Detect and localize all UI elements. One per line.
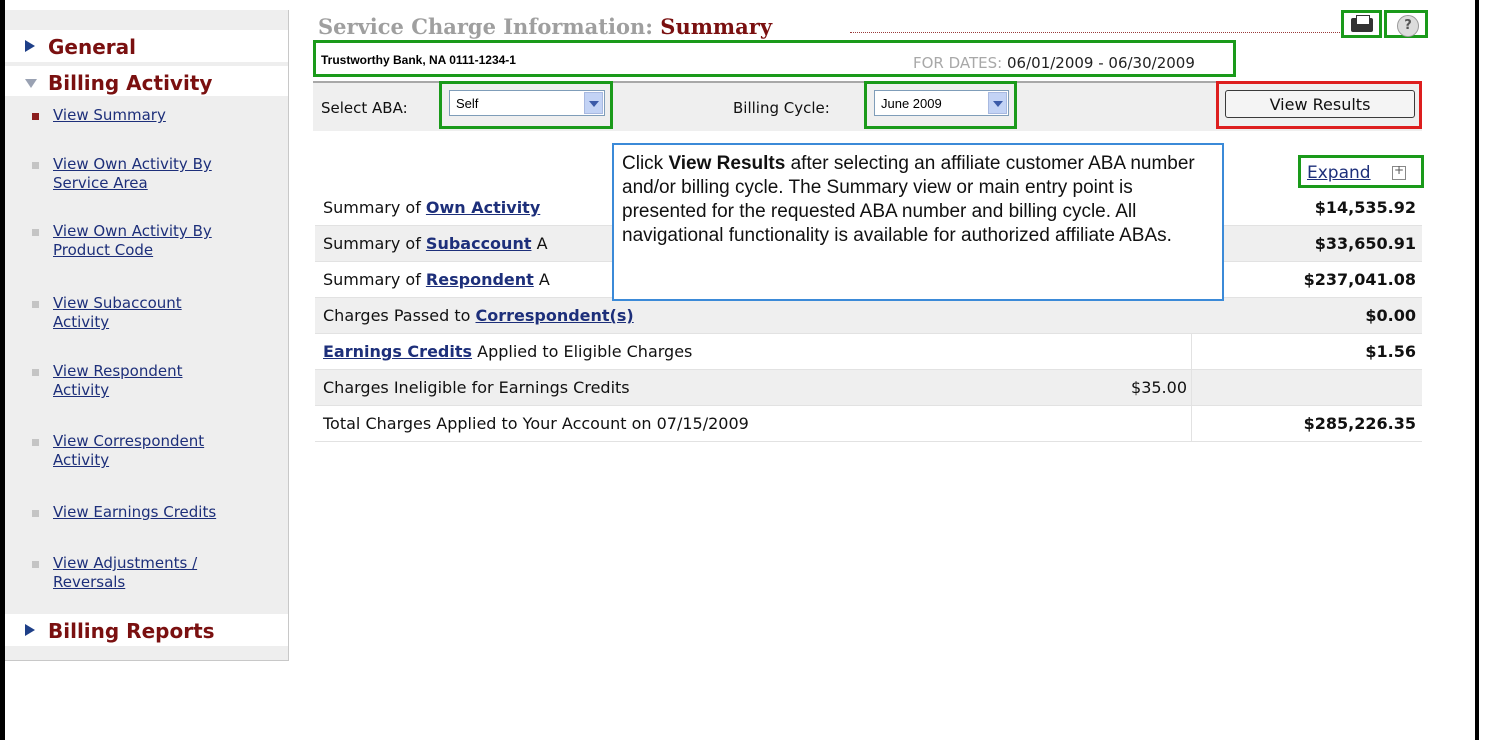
page-title: Service Charge Information: Summary: [318, 14, 772, 39]
account-info-box: Trustworthy Bank, NA 0111-1234-1 FOR DAT…: [313, 40, 1236, 77]
row-label-prefix: Summary of: [323, 270, 426, 289]
title-divider: [850, 32, 1340, 33]
date-range-label: FOR DATES:: [913, 54, 1003, 72]
expand-arrow-icon: [25, 40, 35, 52]
row-label: Charges Ineligible for Earnings Credits: [323, 378, 630, 397]
sidebar-section-general[interactable]: General: [5, 30, 288, 62]
sidebar-section-billing-reports[interactable]: Billing Reports: [5, 614, 288, 646]
page-title-main: Service Charge Information:: [318, 14, 653, 39]
row-amount: $33,650.91: [1314, 234, 1416, 253]
row-amount: $1.56: [1365, 342, 1416, 361]
date-range: FOR DATES: 06/01/2009 - 06/30/2009: [913, 54, 1195, 72]
row-mid-amount: $35.00: [1131, 378, 1187, 397]
bullet-icon: [32, 162, 39, 169]
bullet-icon: [32, 561, 39, 568]
row-label: Summary of Subaccount A: [323, 234, 548, 253]
sidebar-item-label[interactable]: View Summary: [53, 106, 278, 125]
row-label: Summary of Respondent A: [323, 270, 550, 289]
tooltip-bold: View Results: [668, 153, 786, 174]
help-icon: ?: [1397, 15, 1419, 37]
billing-cycle-label: Billing Cycle:: [733, 99, 830, 117]
row-label-suffix: A: [533, 270, 550, 289]
aba-label: Select ABA:: [321, 99, 408, 117]
earnings-credits-link[interactable]: Earnings Credits: [323, 342, 472, 361]
bullet-icon: [32, 510, 39, 517]
aba-select-highlight: Self: [439, 81, 613, 129]
account-name: Trustworthy Bank, NA 0111-1234-1: [321, 53, 516, 67]
date-range-value: 06/01/2009 - 06/30/2009: [1007, 54, 1195, 72]
row-label-suffix: Applied to Eligible Charges: [472, 342, 693, 361]
chevron-down-icon[interactable]: [988, 92, 1007, 114]
sidebar-nav: General Billing Activity View Summary Vi…: [5, 10, 289, 661]
chevron-down-icon[interactable]: [584, 92, 603, 114]
billing-cycle-select-value: June 2009: [881, 96, 942, 111]
bullet-icon: [32, 439, 39, 446]
billing-cycle-select-highlight: June 2009: [864, 81, 1017, 129]
print-button[interactable]: [1341, 10, 1382, 38]
window-border-right: [1475, 0, 1479, 740]
row-label-prefix: Summary of: [323, 234, 426, 253]
row-amount: $237,041.08: [1303, 270, 1416, 289]
view-results-button[interactable]: View Results: [1225, 90, 1415, 118]
table-row: Charges Passed to Correspondent(s) $0.00: [315, 298, 1422, 334]
sidebar-item-label[interactable]: View Correspondent Activity: [53, 432, 263, 470]
table-row: Total Charges Applied to Your Account on…: [315, 406, 1422, 442]
expand-link[interactable]: Expand: [1307, 163, 1371, 183]
row-label: Charges Passed to Correspondent(s): [323, 306, 634, 325]
row-label-prefix: Summary of: [323, 198, 426, 217]
sidebar-item-label[interactable]: View Subaccount Activity: [53, 294, 233, 332]
help-tooltip: Click View Results after selecting an af…: [612, 143, 1224, 301]
row-label-prefix: Charges Passed to: [323, 306, 476, 325]
sidebar-section-label: General: [48, 35, 136, 59]
row-label: Earnings Credits Applied to Eligible Cha…: [323, 342, 692, 361]
bullet-icon: [32, 229, 39, 236]
column-divider: [1191, 370, 1192, 405]
table-row: Earnings Credits Applied to Eligible Cha…: [315, 334, 1422, 370]
sidebar-item-label[interactable]: View Own Activity By Product Code: [53, 222, 263, 260]
column-divider: [1191, 334, 1192, 369]
sidebar-section-billing-activity[interactable]: Billing Activity: [5, 66, 288, 96]
collapse-arrow-icon: [25, 79, 37, 88]
billing-cycle-select[interactable]: June 2009: [874, 90, 1009, 116]
row-label-suffix: A: [531, 234, 548, 253]
row-amount: $285,226.35: [1303, 414, 1416, 433]
tooltip-lead: Click: [622, 153, 669, 174]
row-amount: $14,535.92: [1314, 198, 1416, 217]
printer-paper-icon: [1356, 15, 1370, 25]
bullet-icon: [32, 369, 39, 376]
sidebar-section-label: Billing Reports: [48, 619, 215, 643]
bullet-icon: [32, 301, 39, 308]
expand-arrow-icon: [25, 624, 35, 636]
correspondent-link[interactable]: Correspondent(s): [475, 306, 633, 325]
table-row: Charges Ineligible for Earnings Credits …: [315, 370, 1422, 406]
row-label: Summary of Own Activity: [323, 198, 540, 217]
sidebar-section-label: Billing Activity: [48, 71, 213, 95]
page-title-sub: Summary: [660, 14, 773, 39]
expand-icon[interactable]: [1392, 163, 1406, 180]
column-divider: [1191, 406, 1192, 441]
sidebar-item-label[interactable]: View Respondent Activity: [53, 362, 233, 400]
sidebar-item-label[interactable]: View Earnings Credits: [53, 503, 278, 522]
view-results-highlight: View Results: [1216, 81, 1422, 129]
own-activity-link[interactable]: Own Activity: [426, 198, 540, 217]
aba-select-value: Self: [456, 96, 479, 111]
help-button[interactable]: ?: [1384, 10, 1428, 38]
row-label: Total Charges Applied to Your Account on…: [323, 414, 749, 433]
aba-select[interactable]: Self: [449, 90, 605, 116]
subaccount-link[interactable]: Subaccount: [426, 234, 532, 253]
respondent-link[interactable]: Respondent: [426, 270, 534, 289]
sidebar-item-label[interactable]: View Adjustments / Reversals: [53, 554, 243, 592]
bullet-icon: [32, 113, 39, 120]
row-amount: $0.00: [1365, 306, 1416, 325]
expand-link-highlight: Expand: [1298, 155, 1424, 188]
sidebar-item-label[interactable]: View Own Activity By Service Area: [53, 155, 263, 193]
